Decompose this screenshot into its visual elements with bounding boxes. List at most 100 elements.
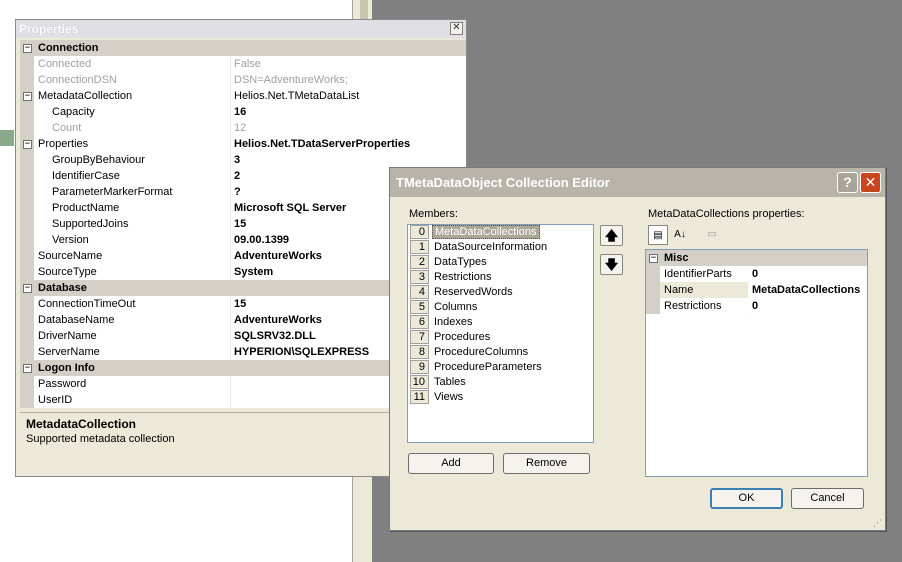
member-name: MetaDataCollections <box>432 225 540 239</box>
member-index: 10 <box>410 375 429 389</box>
member-name: ProcedureParameters <box>434 361 542 373</box>
property-name: Name <box>660 282 748 298</box>
dialog-title-bar[interactable]: TMetaDataObject Collection Editor <box>390 168 885 197</box>
property-name: Connection <box>34 40 466 56</box>
property-value[interactable]: 3 <box>231 152 466 168</box>
cancel-button[interactable]: Cancel <box>791 488 864 509</box>
window-edge-detail <box>360 0 368 20</box>
member-item[interactable]: 1 DataSourceInformation <box>408 240 593 255</box>
member-item[interactable]: 8 ProcedureColumns <box>408 345 593 360</box>
property-row[interactable]: − MetadataCollection Helios.Net.TMetaDataL… <box>20 88 466 104</box>
property-value[interactable]: Helios.Net.TMetaDataList <box>231 88 466 104</box>
property-name: SourceName <box>34 248 230 264</box>
member-name: Restrictions <box>434 271 492 283</box>
member-name: Views <box>434 391 464 403</box>
property-row[interactable]: Restrictions 0 <box>646 298 867 314</box>
property-name: Properties <box>34 136 230 152</box>
property-name: Count <box>34 120 230 136</box>
property-name: GroupByBehaviour <box>34 152 230 168</box>
add-button[interactable]: Add <box>408 453 494 474</box>
member-item[interactable]: 0 MetaDataCollections <box>408 225 593 240</box>
property-pages-icon[interactable]: ▭ <box>702 225 722 245</box>
row-margin <box>20 376 34 392</box>
collapse-icon[interactable]: − <box>23 284 32 293</box>
member-index: 11 <box>410 390 429 404</box>
property-row[interactable]: Name MetaDataCollections <box>646 282 867 298</box>
property-row[interactable]: Connected False <box>20 56 466 72</box>
row-margin <box>646 282 660 298</box>
members-list[interactable]: 0 MetaDataCollections 1 DataSourceInformati… <box>407 224 594 443</box>
ok-button[interactable]: OK <box>710 488 783 509</box>
member-item[interactable]: 10 Tables <box>408 375 593 390</box>
row-margin <box>20 312 34 328</box>
row-margin <box>646 298 660 314</box>
collapse-icon[interactable]: − <box>23 364 32 373</box>
property-value[interactable]: Helios.Net.TDataServerProperties <box>231 136 466 152</box>
property-name: Password <box>34 376 230 392</box>
editor-property-grid: − Misc IdentifierParts 0 Name MetaDataCollect… <box>645 249 868 477</box>
properties-label: MetaDataCollections properties: <box>648 208 805 220</box>
property-name: ProductName <box>34 200 230 216</box>
arrow-up-icon: 🡅 <box>604 228 619 243</box>
member-item[interactable]: 4 ReservedWords <box>408 285 593 300</box>
member-item[interactable]: 2 DataTypes <box>408 255 593 270</box>
member-item[interactable]: 7 Procedures <box>408 330 593 345</box>
property-row[interactable]: ConnectionDSN DSN=AdventureWorks; <box>20 72 466 88</box>
member-item[interactable]: 3 Restrictions <box>408 270 593 285</box>
move-up-button[interactable]: 🡅 <box>600 225 623 246</box>
property-name: ConnectionDSN <box>34 72 230 88</box>
alphabetical-icon[interactable]: A↓ <box>670 225 690 245</box>
property-name: Connected <box>34 56 230 72</box>
property-value[interactable]: DSN=AdventureWorks; <box>231 72 466 88</box>
property-row[interactable]: Count 12 <box>20 120 466 136</box>
member-index: 7 <box>410 330 429 344</box>
category-row[interactable]: − Misc <box>646 250 867 266</box>
collapse-icon[interactable]: − <box>23 92 32 101</box>
row-margin <box>20 344 34 360</box>
categorized-icon[interactable]: ▤ <box>648 225 668 245</box>
collection-editor-dialog: TMetaDataObject Collection Editor ? ✕ Me… <box>389 167 886 531</box>
member-index: 8 <box>410 345 429 359</box>
property-value[interactable]: 16 <box>231 104 466 120</box>
member-name: Indexes <box>434 316 473 328</box>
collapse-icon[interactable]: − <box>23 140 32 149</box>
row-margin <box>20 264 34 280</box>
row-margin <box>20 216 34 232</box>
member-item[interactable]: 11 Views <box>408 390 593 405</box>
property-name: ConnectionTimeOut <box>34 296 230 312</box>
property-row[interactable]: IdentifierParts 0 <box>646 266 867 282</box>
close-icon[interactable]: ✕ <box>450 22 463 35</box>
collapse-icon[interactable]: − <box>23 44 32 53</box>
member-name: ReservedWords <box>434 286 513 298</box>
row-margin <box>20 72 34 88</box>
row-margin <box>20 296 34 312</box>
property-value[interactable]: 12 <box>231 120 466 136</box>
member-item[interactable]: 5 Columns <box>408 300 593 315</box>
properties-title-bar[interactable]: Properties <box>16 20 466 38</box>
resize-grip-icon[interactable]: ⋰ <box>873 518 883 528</box>
collapse-icon[interactable]: − <box>649 254 658 263</box>
row-margin <box>20 120 34 136</box>
row-margin <box>20 104 34 120</box>
property-value[interactable]: 0 <box>749 266 867 282</box>
property-value[interactable]: False <box>231 56 466 72</box>
category-row[interactable]: − Connection <box>20 40 466 56</box>
member-index: 1 <box>410 240 429 254</box>
property-value[interactable]: 0 <box>749 298 867 314</box>
row-margin <box>20 248 34 264</box>
member-item[interactable]: 6 Indexes <box>408 315 593 330</box>
help-icon[interactable]: ? <box>837 172 858 193</box>
row-margin <box>646 266 660 282</box>
remove-button[interactable]: Remove <box>503 453 590 474</box>
property-name: Version <box>34 232 230 248</box>
property-row[interactable]: − Properties Helios.Net.TDataServerPropert… <box>20 136 466 152</box>
property-value[interactable]: MetaDataCollections <box>749 282 867 298</box>
property-row[interactable]: GroupByBehaviour 3 <box>20 152 466 168</box>
property-row[interactable]: Capacity 16 <box>20 104 466 120</box>
dialog-title: TMetaDataObject Collection Editor <box>396 175 610 190</box>
row-margin <box>20 56 34 72</box>
member-name: DataTypes <box>434 256 487 268</box>
member-item[interactable]: 9 ProcedureParameters <box>408 360 593 375</box>
move-down-button[interactable]: 🡇 <box>600 254 623 275</box>
close-icon[interactable]: ✕ <box>860 172 881 193</box>
